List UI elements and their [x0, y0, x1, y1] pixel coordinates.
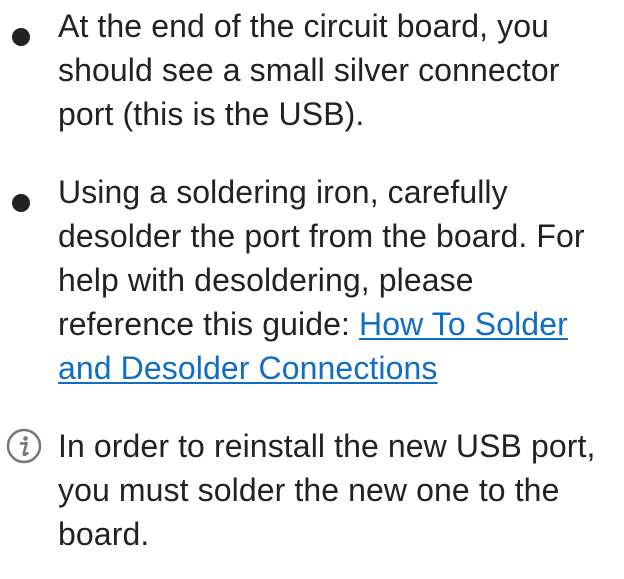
step-item: Using a soldering iron, carefully desold…	[0, 170, 624, 390]
step-text: At the end of the circuit board, you sho…	[58, 8, 560, 132]
info-icon	[6, 428, 42, 464]
bullet-icon	[12, 28, 30, 46]
bullet-icon	[12, 194, 30, 212]
step-item: At the end of the circuit board, you sho…	[0, 0, 624, 136]
note-text: In order to reinstall the new USB port, …	[58, 428, 596, 552]
note-item: In order to reinstall the new USB port, …	[0, 424, 624, 556]
step-list: At the end of the circuit board, you sho…	[0, 0, 624, 556]
